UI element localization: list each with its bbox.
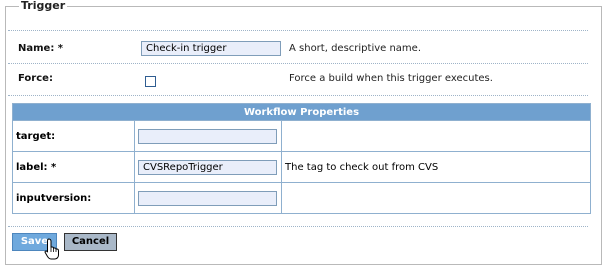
inputversion-label: inputversion:: [12, 182, 135, 214]
target-help: [281, 120, 591, 152]
target-label: target:: [12, 120, 135, 152]
force-label: Force:: [18, 73, 53, 84]
table-row: inputversion:: [12, 182, 591, 214]
hand-pointer-icon: [44, 238, 59, 260]
target-input[interactable]: [138, 128, 277, 144]
separator: [8, 95, 588, 96]
fieldset-legend: Trigger: [19, 0, 68, 12]
separator: [8, 30, 588, 31]
workflow-properties-header: Workflow Properties: [12, 103, 591, 121]
force-checkbox[interactable]: [145, 76, 156, 87]
table-row: label: * The tag to check out from CVS: [12, 151, 591, 183]
separator: [8, 63, 588, 64]
table-row: target:: [12, 120, 591, 152]
name-input[interactable]: [141, 41, 281, 56]
label-label: label: *: [12, 151, 135, 183]
label-help: The tag to check out from CVS: [281, 151, 591, 183]
label-input[interactable]: [138, 159, 277, 175]
separator: [8, 226, 588, 227]
workflow-properties-table: Workflow Properties target: label: * The…: [12, 103, 591, 214]
name-label: Name: *: [18, 43, 64, 54]
inputversion-help: [281, 182, 591, 214]
name-help: A short, descriptive name.: [289, 43, 422, 54]
cancel-button[interactable]: Cancel: [64, 233, 117, 251]
force-help: Force a build when this trigger executes…: [289, 73, 493, 84]
inputversion-input[interactable]: [138, 190, 277, 206]
